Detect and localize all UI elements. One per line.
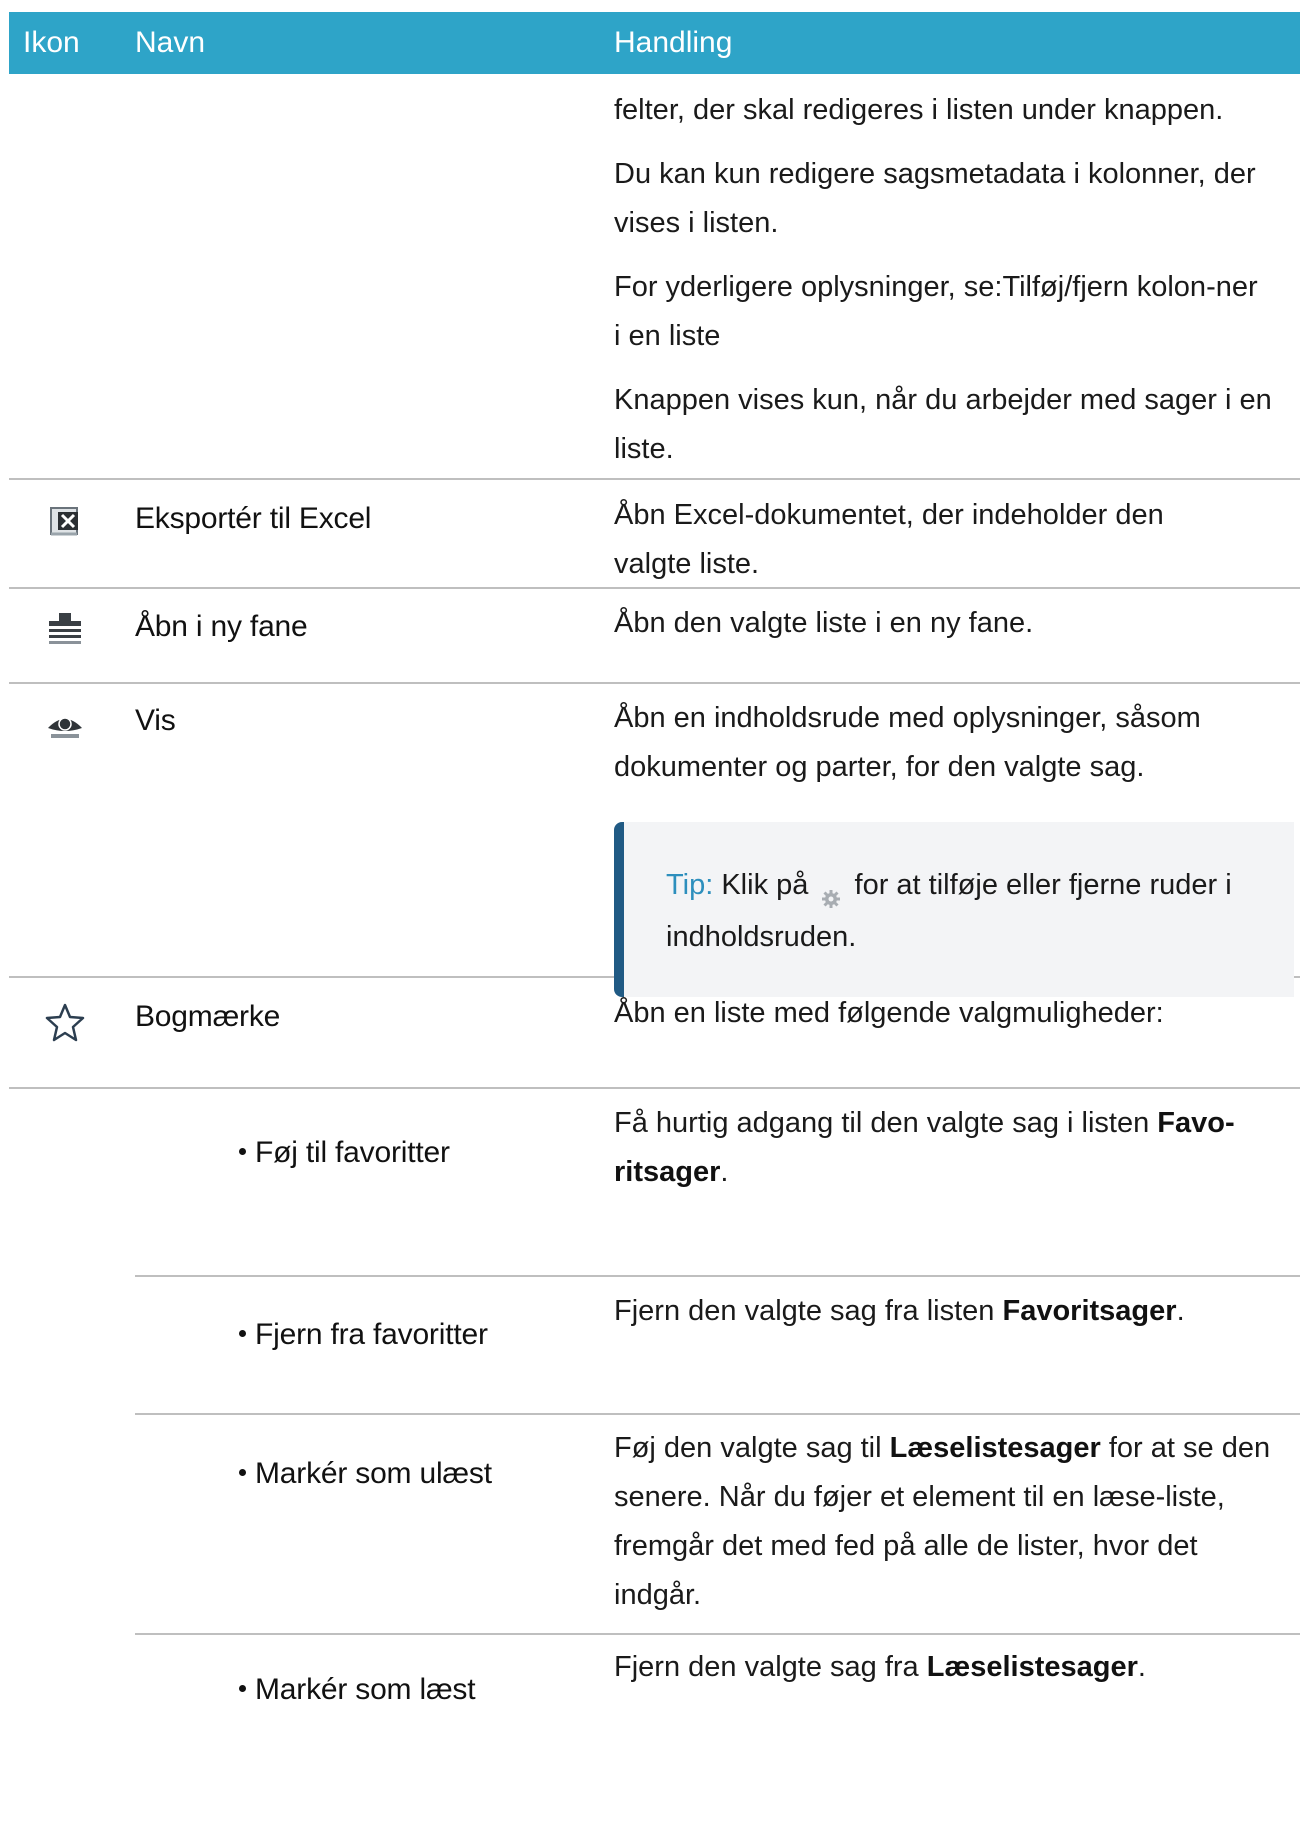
action-text-part: . xyxy=(1137,1651,1146,1683)
tip-label: Tip: xyxy=(666,869,714,901)
action-text-part: Fjern den valgte sag fra listen xyxy=(614,1295,1003,1327)
action-bold-term: Læselistesager xyxy=(889,1432,1101,1464)
row-action-text: Åbn den valgte liste i en ny fane. xyxy=(614,607,1034,639)
list-item: Fjern fra favoritter Fjern den valgte sa… xyxy=(9,1275,1300,1415)
action-text-part: . xyxy=(720,1156,729,1188)
gear-icon xyxy=(822,873,841,909)
row-name: Bogmærke xyxy=(135,1000,281,1033)
new-tab-icon xyxy=(45,609,85,649)
sub-option-name: Markér som læst xyxy=(239,1673,476,1707)
action-text-part: Føj den valgte sag til xyxy=(614,1432,890,1464)
header-action-column: Handling xyxy=(614,26,733,59)
tip-text-before: Klik på xyxy=(721,869,809,901)
tip-text: Tip: Klik på for at tilføje eller fjerne… xyxy=(666,859,1266,963)
table-row: Åbn i ny fane Åbn den valgte liste i en … xyxy=(9,589,1300,684)
sub-option-name: Markér som ulæst xyxy=(239,1457,492,1491)
action-table: Ikon Navn Handling felter, der skal redi… xyxy=(9,12,1300,1713)
row-name: Åbn i ny fane xyxy=(135,610,308,643)
row-name: Vis xyxy=(135,704,176,737)
row-action-text: Åbn en indholdsrude med oplysninger, sås… xyxy=(614,702,1201,783)
tip-box: Tip: Klik på for at tilføje eller fjerne… xyxy=(614,822,1294,997)
action-paragraph: felter, der skal redigeres i listen unde… xyxy=(614,94,1224,126)
action-text-part: Fjern den valgte sag fra xyxy=(614,1651,927,1683)
header-icon-column: Ikon xyxy=(23,26,80,59)
sub-option-action: Få hurtig adgang til den valgte sag i li… xyxy=(614,1099,1284,1197)
action-paragraph: Knappen vises kun, når du arbejder med s… xyxy=(614,384,1272,465)
action-bold-term: Læselistesager xyxy=(926,1651,1138,1683)
row-action-text: Åbn Excel-dokumentet, der indeholder den… xyxy=(614,499,1164,580)
sub-option-action: Fjern den valgte sag fra listen Favorits… xyxy=(614,1287,1294,1336)
table-row: Eksportér til Excel Åbn Excel-dokumentet… xyxy=(9,480,1300,589)
excel-export-icon xyxy=(45,500,85,540)
sub-option-name: Føj til favoritter xyxy=(239,1136,450,1170)
list-item: Markér som læst Fjern den valgte sag fra… xyxy=(9,1633,1300,1713)
row-name: Eksportér til Excel xyxy=(135,502,372,535)
eye-icon xyxy=(45,704,85,744)
sub-option-action: Fjern den valgte sag fra Læselistesager. xyxy=(614,1643,1294,1692)
table-row: Vis Åbn en indholdsrude med oplysninger,… xyxy=(9,684,1300,997)
action-paragraph: For yderligere oplysninger, se:Tilføj/fj… xyxy=(614,271,1258,352)
list-item: Føj til favoritter Få hurtig adgang til … xyxy=(9,1089,1300,1277)
list-item: Markér som ulæst Føj den valgte sag til … xyxy=(9,1413,1300,1635)
action-text-part: Få hurtig adgang til den valgte sag i li… xyxy=(614,1107,1158,1139)
star-outline-icon xyxy=(45,1002,85,1042)
sub-option-name: Fjern fra favoritter xyxy=(239,1318,488,1352)
header-name-column: Navn xyxy=(135,26,206,59)
table-header: Ikon Navn Handling xyxy=(9,12,1300,74)
row-action-text: Åbn en liste med følgende valgmuligheder… xyxy=(614,997,1164,1029)
action-bold-term: Favoritsager xyxy=(1002,1295,1177,1327)
table-row: felter, der skal redigeres i listen unde… xyxy=(9,74,1300,480)
row-action-text: felter, der skal redigeres i listen unde… xyxy=(614,86,1294,474)
sub-option-action: Føj den valgte sag til Læselistesager fo… xyxy=(614,1424,1284,1620)
action-paragraph: Du kan kun redigere sagsmetadata i kolon… xyxy=(614,158,1256,239)
table-row: Bogmærke Åbn en liste med følgende valgm… xyxy=(9,978,1300,1089)
action-text-part: . xyxy=(1176,1295,1185,1327)
